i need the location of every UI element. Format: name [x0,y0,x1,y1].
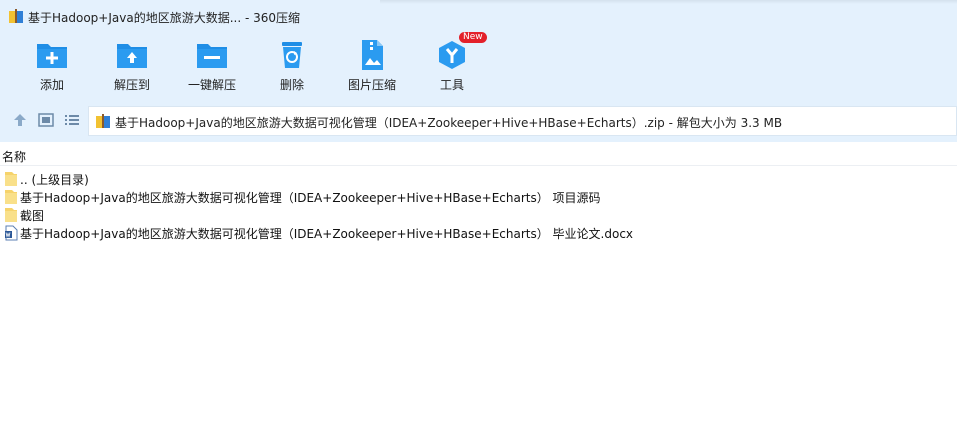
column-header-name-label: 名称 [2,150,27,164]
window-title: 基于Hadoop+Java的地区旅游大数据... - 360压缩 [28,11,301,25]
archive-path: 基于Hadoop+Java的地区旅游大数据可视化管理（IDEA+Zookeepe… [115,116,783,130]
delete-button[interactable]: 删除 [257,38,327,98]
folder-icon [5,190,17,204]
file-list: 名称 .. (上级目录) 基于Hadoop+Java的地区旅游大数据可视化管理（… [0,142,957,441]
extract-to-icon [117,44,147,68]
title-bar-shadow [380,0,957,4]
tools-button[interactable]: New 工具 [417,32,487,98]
list-item-label: 基于Hadoop+Java的地区旅游大数据可视化管理（IDEA+Zookeepe… [20,227,634,241]
image-compress-button[interactable]: 图片压缩 [337,38,407,98]
list-item-source-folder[interactable]: 基于Hadoop+Java的地区旅游大数据可视化管理（IDEA+Zookeepe… [0,188,957,206]
list-item-thesis-docx[interactable]: 基于Hadoop+Java的地区旅游大数据可视化管理（IDEA+Zookeepe… [0,224,957,242]
thumbnail-view-icon[interactable] [38,112,54,128]
list-item-label: 基于Hadoop+Java的地区旅游大数据可视化管理（IDEA+Zookeepe… [20,191,601,205]
one-click-extract-button[interactable]: 一键解压 [177,38,247,98]
extract-to-button[interactable]: 解压到 [97,38,167,98]
list-item-parent-dir[interactable]: .. (上级目录) [0,170,957,188]
recycle-bin-icon [282,42,302,68]
column-header-name[interactable]: 名称 [0,142,957,166]
tools-button-label: 工具 [439,78,464,92]
one-click-extract-button-label: 一键解压 [187,78,236,92]
address-bar[interactable]: 基于Hadoop+Java的地区旅游大数据可视化管理（IDEA+Zookeepe… [88,106,957,136]
add-button-label: 添加 [39,78,64,92]
title-bar: 基于Hadoop+Java的地区旅游大数据... - 360压缩 [0,0,957,32]
folder-icon [5,172,17,186]
word-doc-icon [5,225,18,241]
list-view-icon[interactable] [64,112,80,128]
up-arrow-icon[interactable] [12,112,28,128]
list-item-label: .. (上级目录) [20,173,89,187]
list-item-screenshots-folder[interactable]: 截图 [0,206,957,224]
add-button[interactable]: 添加 [17,38,87,98]
delete-button-label: 删除 [279,78,304,92]
toolbar: 添加 解压到 一键解压 删除 图片压缩 New 工具 [0,32,957,100]
one-click-extract-icon [197,44,227,68]
tools-icon [439,41,465,69]
add-folder-icon [37,44,67,68]
folder-icon [5,208,17,222]
zip-app-icon [9,9,23,23]
list-item-label: 截图 [20,209,45,223]
image-compress-button-label: 图片压缩 [347,78,396,92]
image-compress-icon [362,40,383,70]
zip-file-icon [96,114,110,128]
new-badge: New [459,32,487,43]
extract-to-button-label: 解压到 [113,78,150,92]
navigation-bar: 基于Hadoop+Java的地区旅游大数据可视化管理（IDEA+Zookeepe… [0,100,957,142]
